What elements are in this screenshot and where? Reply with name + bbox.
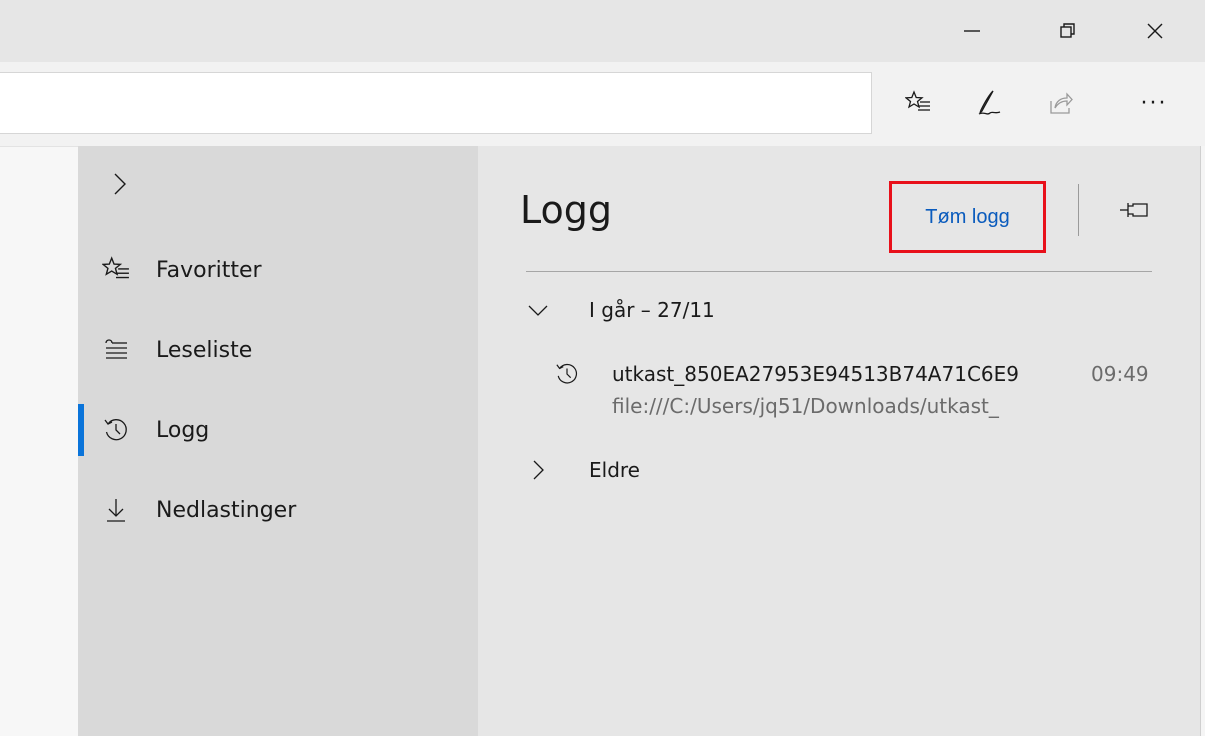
history-entry[interactable]: utkast_850EA27953E94513B74A71C6E9 09:49 …: [545, 356, 1165, 426]
hub-item-history[interactable]: Logg: [78, 398, 478, 462]
window-edge: [1200, 146, 1205, 736]
more-icon: ···: [1140, 90, 1168, 116]
close-window-button[interactable]: [1132, 8, 1178, 54]
hub-item-downloads[interactable]: Nedlastinger: [78, 478, 478, 542]
pen-notes-icon: [978, 90, 1001, 115]
minimize-icon: [964, 30, 980, 32]
hub-item-label: Nedlastinger: [156, 497, 297, 523]
favorites-button[interactable]: [893, 78, 943, 128]
hub-item-reading-list[interactable]: Leseliste: [78, 318, 478, 382]
history-group-label: Eldre: [589, 458, 640, 482]
hub-item-label: Favoritter: [156, 257, 262, 283]
page-content: [0, 146, 78, 736]
title-bar: [0, 0, 1205, 62]
restore-icon: [1060, 23, 1075, 38]
hub-item-label: Leseliste: [156, 337, 253, 363]
restore-button[interactable]: [1045, 8, 1091, 54]
web-notes-button[interactable]: [964, 78, 1014, 128]
pin-pane-button[interactable]: [1114, 190, 1154, 230]
download-icon: [102, 496, 130, 524]
header-divider: [1078, 184, 1079, 236]
history-panel: [478, 146, 1200, 736]
share-button[interactable]: [1036, 78, 1086, 128]
collapse-hub-button[interactable]: [100, 164, 140, 204]
close-icon: [1147, 23, 1163, 39]
clear-history-button[interactable]: Tøm logg: [889, 181, 1046, 253]
favorites-star-icon: [102, 256, 130, 284]
chevron-down-icon: [526, 298, 550, 322]
history-icon: [553, 360, 581, 388]
history-entry-url: file:///C:/Users/jq51/Downloads/utkast_: [612, 394, 999, 418]
hub-item-favorites[interactable]: Favoritter: [78, 238, 478, 302]
chevron-right-icon: [114, 173, 126, 195]
panel-title: Logg: [520, 188, 612, 232]
address-bar[interactable]: [0, 72, 872, 134]
history-entry-time: 09:49: [1091, 362, 1149, 386]
history-group-older[interactable]: Eldre: [520, 450, 1120, 490]
hub-item-label: Logg: [156, 417, 210, 443]
history-group-yesterday[interactable]: I går – 27/11: [520, 290, 1120, 330]
history-entry-title: utkast_850EA27953E94513B74A71C6E9: [612, 362, 1019, 386]
reading-list-icon: [102, 336, 130, 364]
history-group-label: I går – 27/11: [589, 298, 715, 322]
pin-icon: [1120, 203, 1148, 217]
chevron-right-icon: [526, 458, 550, 482]
header-separator: [526, 271, 1152, 272]
favorites-star-icon: [905, 90, 930, 111]
minimize-button[interactable]: [949, 8, 995, 54]
share-icon: [1050, 92, 1073, 114]
history-icon: [102, 416, 130, 444]
more-button[interactable]: ···: [1129, 78, 1179, 128]
